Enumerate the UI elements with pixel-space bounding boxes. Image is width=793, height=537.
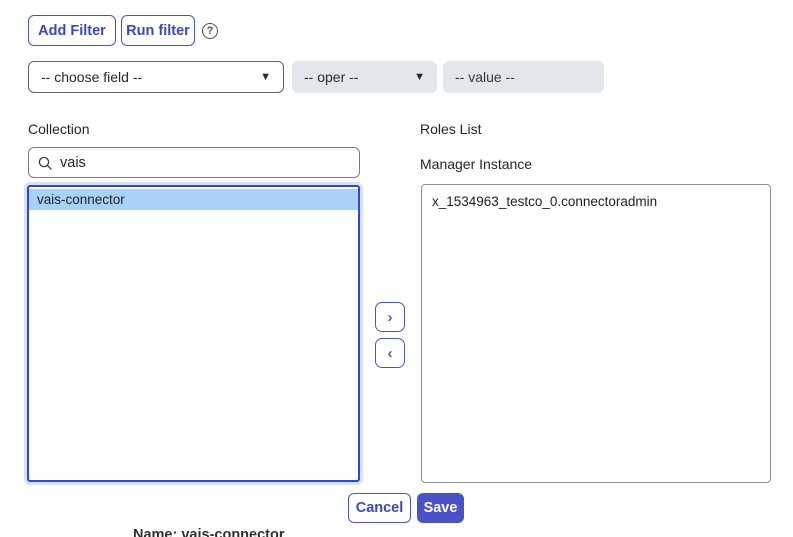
collection-search-field[interactable] bbox=[28, 147, 360, 178]
collection-search-input[interactable] bbox=[60, 155, 350, 171]
manager-instance-label: Manager Instance bbox=[420, 156, 532, 172]
oper-select[interactable]: -- oper -- ▼ bbox=[292, 61, 437, 93]
move-left-button[interactable]: ‹ bbox=[375, 338, 405, 368]
help-icon[interactable]: ? bbox=[202, 23, 218, 39]
chevron-left-icon: ‹ bbox=[388, 346, 393, 361]
search-icon bbox=[38, 156, 52, 170]
oper-select-value: -- oper -- bbox=[304, 69, 358, 85]
chevron-right-icon: › bbox=[388, 310, 393, 325]
collection-listbox[interactable]: vais-connector bbox=[27, 185, 360, 482]
list-item[interactable]: x_1534963_testco_0.connectoradmin bbox=[422, 191, 770, 212]
collection-label: Collection bbox=[28, 121, 89, 137]
record-name-text: Name: vais-connector bbox=[133, 527, 285, 537]
add-filter-button[interactable]: Add Filter bbox=[28, 15, 116, 46]
filter-roles-panel: Add Filter Run filter ? -- choose field … bbox=[0, 0, 793, 537]
choose-field-select-value: -- choose field -- bbox=[41, 69, 142, 85]
roles-listbox[interactable]: x_1534963_testco_0.connectoradmin bbox=[421, 184, 771, 483]
run-filter-button[interactable]: Run filter bbox=[121, 15, 195, 46]
choose-field-select[interactable]: -- choose field -- ▼ bbox=[28, 61, 284, 93]
roles-list-label: Roles List bbox=[420, 121, 481, 137]
chevron-down-icon: ▼ bbox=[260, 71, 271, 83]
chevron-down-icon: ▼ bbox=[414, 71, 425, 83]
cancel-button[interactable]: Cancel bbox=[348, 493, 411, 523]
move-right-button[interactable]: › bbox=[375, 302, 405, 332]
list-item[interactable]: vais-connector bbox=[29, 189, 358, 210]
value-input[interactable] bbox=[443, 61, 604, 93]
save-button[interactable]: Save bbox=[417, 493, 464, 523]
